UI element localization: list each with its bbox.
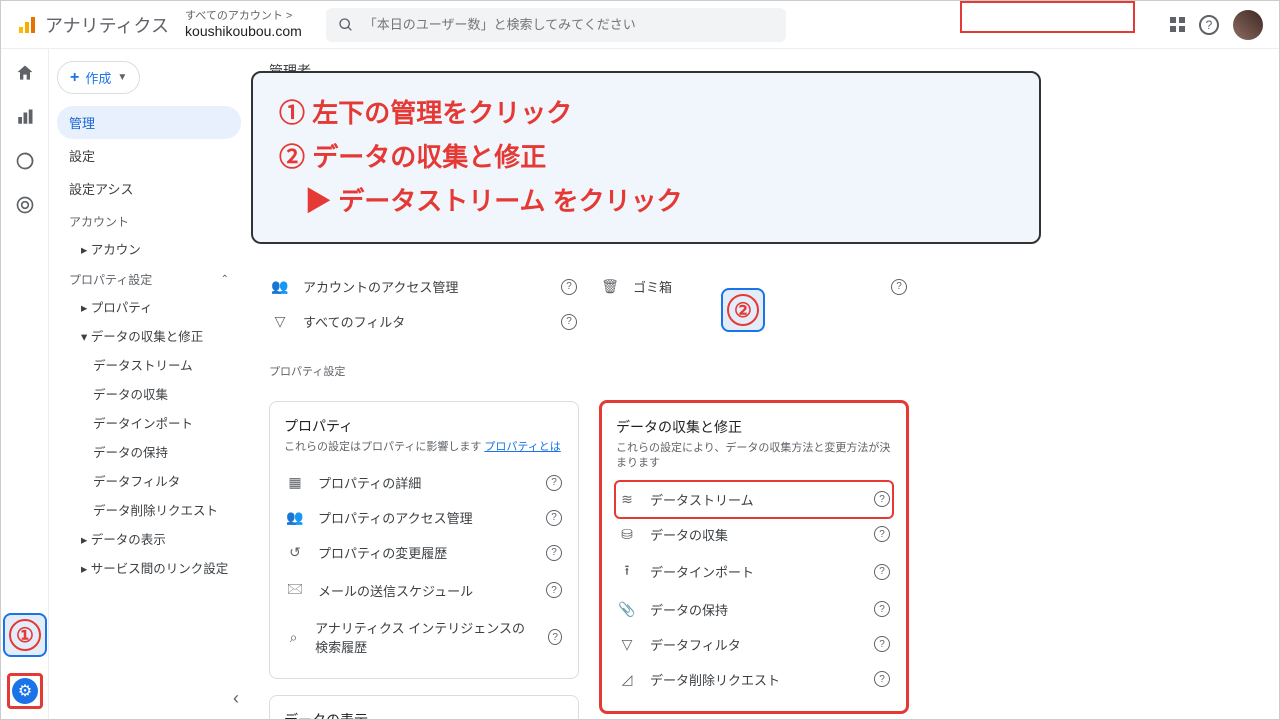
collect-card-title: データの収集と修正 [616, 417, 892, 437]
help-small-icon[interactable]: ? [546, 545, 562, 561]
help-small-icon[interactable]: ? [891, 279, 907, 295]
trash-icon: 🗑 [601, 278, 619, 295]
collect-card-desc: これらの設定により、データの収集方法と変更方法が決まります [616, 441, 892, 472]
row-account-access[interactable]: 👥アカウントのアクセス管理? [269, 269, 579, 304]
account-domain: koushikoubou.com [185, 23, 302, 40]
detail-icon: ▦ [286, 474, 304, 491]
property-section-label: プロパティ設定 [269, 363, 579, 379]
avatar[interactable] [1233, 10, 1263, 40]
row-ai-history[interactable]: ⌕アナリティクス インテリジェンスの検索履歴? [284, 610, 564, 664]
row-property-history[interactable]: ↺プロパティの変更履歴? [284, 535, 564, 570]
row-property-access[interactable]: 👥プロパティのアクセス管理? [284, 500, 564, 535]
row-data-import[interactable]: ⭱データインポート? [616, 552, 892, 592]
admin-sidebar: + 作成 ▼ 管理 設定 設定アシス アカウント ▸ アカウン プロパティ設定⌃… [49, 49, 249, 719]
sidebar-item-data-collection[interactable]: データの収集 [57, 379, 241, 408]
instruction-line3: ▶ データストリーム をクリック [279, 179, 1013, 223]
chevron-down-icon: ▼ [117, 72, 127, 83]
analytics-logo-icon [17, 15, 37, 35]
marker-two: ② [721, 288, 765, 332]
account-all-label: すべてのアカウント > [185, 10, 302, 23]
row-data-stream[interactable]: ≋データストリーム? [614, 480, 894, 519]
sidebar-item-service-link[interactable]: ▸ サービス間のリンク設定 [57, 553, 241, 582]
sidebar-item-settings[interactable]: 設定 [57, 139, 241, 172]
people-icon: 👥 [271, 278, 289, 295]
sidebar-item-setup-assist[interactable]: 設定アシス [57, 172, 241, 205]
property-link[interactable]: プロパティとは [484, 441, 560, 453]
annotation-box-top [960, 1, 1135, 33]
sidebar-item-data-collect[interactable]: ▾ データの収集と修正 [57, 321, 241, 350]
eraser-icon: ◿ [618, 671, 636, 688]
filter-icon: ▽ [271, 313, 289, 330]
help-small-icon[interactable]: ? [874, 564, 890, 580]
sidebar-item-data-import[interactable]: データインポート [57, 408, 241, 437]
help-icon[interactable]: ? [1199, 15, 1219, 35]
database-icon: ⛁ [618, 526, 636, 543]
instruction-line2: ② データの収集と修正 [279, 135, 1013, 179]
account-settings-rows: 👥アカウントのアクセス管理? ▽すべてのフィルタ? [269, 269, 579, 339]
search-box[interactable] [326, 8, 786, 42]
row-property-detail[interactable]: ▦プロパティの詳細? [284, 465, 564, 500]
admin-gear-highlight: ⚙ [7, 673, 43, 709]
row-data-delete[interactable]: ◿データ削除リクエスト? [616, 662, 892, 697]
sidebar-item-data-delete[interactable]: データ削除リクエスト [57, 495, 241, 524]
help-small-icon[interactable]: ? [874, 671, 890, 687]
property-card: プロパティ これらの設定はプロパティに影響します プロパティとは ▦プロパティの… [269, 401, 579, 679]
sidebar-section-property: プロパティ設定⌃ [57, 263, 241, 292]
display-card-title: データの表示 [284, 710, 564, 719]
sidebar-item-property[interactable]: ▸ プロパティ [57, 292, 241, 321]
ads-icon[interactable] [13, 193, 37, 217]
search-history-icon: ⌕ [286, 629, 301, 646]
create-button[interactable]: + 作成 ▼ [57, 61, 140, 94]
history-icon: ↺ [286, 544, 304, 561]
instruction-overlay: ① 左下の管理をクリック ② データの収集と修正 ▶ データストリーム をクリッ… [251, 71, 1041, 244]
stream-icon: ≋ [618, 491, 636, 508]
help-small-icon[interactable]: ? [561, 314, 577, 330]
sidebar-section-account: アカウント [57, 205, 241, 234]
upload-icon: ⭱ [618, 560, 636, 584]
sidebar-item-admin[interactable]: 管理 [57, 106, 241, 139]
sidebar-item-account[interactable]: ▸ アカウン [57, 234, 241, 263]
instruction-line1: ① 左下の管理をクリック [279, 91, 1013, 135]
property-card-title: プロパティ [284, 416, 564, 436]
home-icon[interactable] [13, 61, 37, 85]
row-data-collection[interactable]: ⛁データの収集? [616, 517, 892, 552]
help-small-icon[interactable]: ? [874, 636, 890, 652]
search-icon [338, 17, 354, 33]
explore-icon[interactable] [13, 149, 37, 173]
help-small-icon[interactable]: ? [561, 279, 577, 295]
sidebar-item-data-display[interactable]: ▸ データの表示 [57, 524, 241, 553]
sidebar-item-data-filter[interactable]: データフィルタ [57, 466, 241, 495]
help-small-icon[interactable]: ? [874, 601, 890, 617]
apps-icon[interactable] [1170, 17, 1185, 32]
help-small-icon[interactable]: ? [546, 510, 562, 526]
help-small-icon[interactable]: ? [548, 629, 562, 645]
row-data-retention[interactable]: 📎データの保持? [616, 592, 892, 627]
row-mail-schedule[interactable]: 🖂メールの送信スケジュール? [284, 570, 564, 610]
help-small-icon[interactable]: ? [874, 526, 890, 542]
mail-icon: 🖂 [286, 578, 304, 602]
row-data-filter[interactable]: ▽データフィルタ? [616, 627, 892, 662]
create-label: 作成 [85, 68, 111, 87]
data-display-card: データの表示 これらの設定により、データがレポート上にどのように表示されるかが決… [269, 695, 579, 719]
gear-icon[interactable]: ⚙ [12, 678, 38, 704]
account-selector[interactable]: すべてのアカウント > koushikoubou.com [185, 10, 302, 40]
sidebar-item-data-retention[interactable]: データの保持 [57, 437, 241, 466]
reports-icon[interactable] [13, 105, 37, 129]
help-small-icon[interactable]: ? [546, 582, 562, 598]
clip-icon: 📎 [618, 601, 636, 618]
filter-icon: ▽ [618, 636, 636, 653]
help-small-icon[interactable]: ? [874, 491, 890, 507]
marker-one: ① [3, 613, 47, 657]
people-icon: 👥 [286, 509, 304, 526]
row-all-filters[interactable]: ▽すべてのフィルタ? [269, 304, 579, 339]
property-card-desc: これらの設定はプロパティに影響します プロパティとは [284, 440, 564, 455]
collapse-icon[interactable]: ‹ [233, 688, 239, 709]
data-collect-card: データの収集と修正 これらの設定により、データの収集方法と変更方法が決まります … [599, 400, 909, 714]
help-small-icon[interactable]: ? [546, 475, 562, 491]
search-input[interactable] [364, 17, 774, 32]
brand-label: アナリティクス [45, 12, 169, 38]
plus-icon: + [70, 69, 79, 87]
sidebar-item-data-stream[interactable]: データストリーム [57, 350, 241, 379]
